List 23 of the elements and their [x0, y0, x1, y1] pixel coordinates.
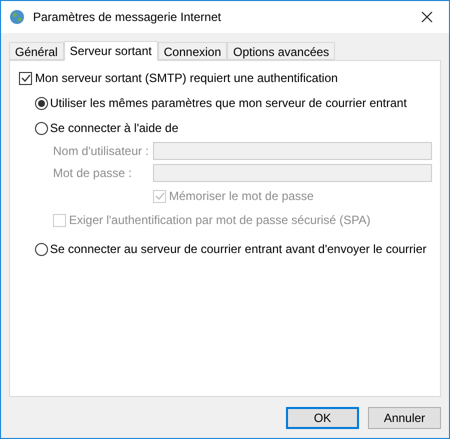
checkbox-label: Exiger l'authentification par mot de passe sécurisé (SPA) — [69, 212, 371, 229]
checkbox-label: Mémoriser le mot de passe — [169, 188, 314, 205]
tab[interactable]: Serveur sortant — [64, 41, 158, 61]
radio-label: Utiliser les mêmes paramètres que mon serveur de courrier entrant — [50, 95, 407, 112]
tab[interactable]: Options avancées — [227, 42, 336, 60]
radio-button[interactable] — [35, 96, 48, 110]
tab[interactable]: Général — [9, 42, 64, 60]
checkmark-icon — [20, 74, 30, 82]
globe-icon — [9, 9, 25, 25]
checkbox[interactable] — [19, 72, 32, 84]
radio-label: Se connecter à l'aide de — [50, 120, 178, 137]
field-label: Mot de passe : — [53, 165, 133, 182]
checkmark-icon — [154, 192, 164, 200]
dialog-button[interactable]: Annuler — [368, 407, 441, 429]
radio-button[interactable] — [35, 242, 48, 256]
close-icon — [421, 11, 433, 23]
radio-label: Se connecter au serveur de courrier entrant avant d'envoyer le courrier — [50, 241, 426, 258]
field-label: Nom d'utilisateur : — [53, 143, 150, 160]
radio-button[interactable] — [35, 122, 48, 134]
window-title: Paramètres de messagerie Internet — [33, 9, 222, 26]
checkbox-label: Mon serveur sortant (SMTP) requiert une authentification — [35, 70, 338, 87]
dialog-button[interactable]: OK — [286, 407, 359, 429]
tab[interactable]: Connexion — [158, 42, 228, 60]
